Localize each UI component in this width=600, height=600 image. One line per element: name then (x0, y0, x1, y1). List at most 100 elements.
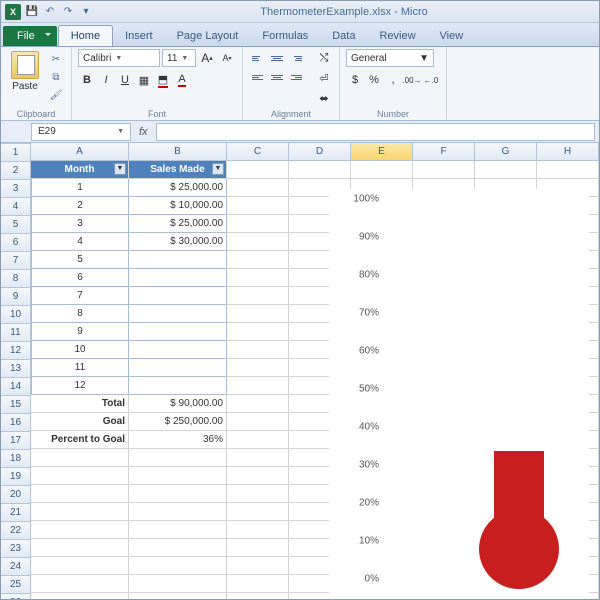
align-top-center-icon[interactable] (268, 49, 286, 67)
row-header-12[interactable]: 12 (1, 342, 31, 360)
tab-insert[interactable]: Insert (113, 26, 165, 46)
currency-icon[interactable]: $ (346, 71, 364, 89)
tab-view[interactable]: View (428, 26, 476, 46)
cell[interactable]: $ 250,000.00 (129, 413, 227, 431)
row-header-7[interactable]: 7 (1, 252, 31, 270)
cell[interactable] (31, 575, 129, 593)
cell[interactable] (31, 557, 129, 575)
cell[interactable]: 8 (31, 305, 129, 323)
cell[interactable]: 12 (31, 377, 129, 395)
cell[interactable] (227, 377, 289, 395)
cell[interactable] (227, 431, 289, 449)
row-header-16[interactable]: 16 (1, 414, 31, 432)
row-header-3[interactable]: 3 (1, 180, 31, 198)
row-header-25[interactable]: 25 (1, 576, 31, 594)
col-header-G[interactable]: G (475, 143, 537, 161)
align-top-left-icon[interactable] (249, 49, 267, 67)
cell[interactable] (31, 539, 129, 557)
cell[interactable]: 6 (31, 269, 129, 287)
grow-font-icon[interactable]: A▴ (198, 49, 216, 67)
cell[interactable] (227, 449, 289, 467)
cell[interactable]: 9 (31, 323, 129, 341)
cell[interactable]: 1 (31, 179, 129, 197)
cell[interactable]: 2 (31, 197, 129, 215)
cell[interactable] (129, 503, 227, 521)
cell[interactable]: $ 25,000.00 (129, 179, 227, 197)
bold-button[interactable]: B (78, 71, 96, 89)
cell[interactable] (227, 521, 289, 539)
fill-color-icon[interactable]: ⬒ (154, 71, 172, 89)
font-name-combo[interactable]: Calibri▼ (78, 49, 160, 67)
cell[interactable] (227, 503, 289, 521)
cell[interactable] (227, 323, 289, 341)
cell[interactable] (31, 449, 129, 467)
border-icon[interactable]: ▦ (135, 71, 153, 89)
row-header-19[interactable]: 19 (1, 468, 31, 486)
cell[interactable]: Percent to Goal (31, 431, 129, 449)
formula-bar[interactable] (156, 123, 595, 141)
cell[interactable] (31, 593, 129, 599)
undo-icon[interactable]: ↶ (43, 5, 57, 19)
paste-button[interactable]: Paste (7, 49, 43, 92)
cell[interactable]: $ 25,000.00 (129, 215, 227, 233)
cell[interactable]: 11 (31, 359, 129, 377)
row-header-22[interactable]: 22 (1, 522, 31, 540)
cell[interactable] (475, 161, 537, 179)
row-header-20[interactable]: 20 (1, 486, 31, 504)
tab-formulas[interactable]: Formulas (250, 26, 320, 46)
cell[interactable] (413, 161, 475, 179)
row-header-26[interactable]: 26 (1, 594, 31, 599)
cell[interactable]: 3 (31, 215, 129, 233)
tab-file[interactable]: File (3, 26, 57, 46)
percent-icon[interactable]: % (365, 71, 383, 89)
italic-button[interactable]: I (97, 71, 115, 89)
row-header-9[interactable]: 9 (1, 288, 31, 306)
cell[interactable] (227, 233, 289, 251)
row-header-13[interactable]: 13 (1, 360, 31, 378)
cell[interactable] (129, 251, 227, 269)
redo-icon[interactable]: ↷ (61, 5, 75, 19)
decrease-decimal-icon[interactable]: ←.0 (422, 71, 440, 89)
save-icon[interactable]: 💾 (25, 5, 39, 19)
cell[interactable] (129, 269, 227, 287)
row-header-14[interactable]: 14 (1, 378, 31, 396)
cell[interactable] (227, 341, 289, 359)
col-header-F[interactable]: F (413, 143, 475, 161)
cell[interactable] (129, 485, 227, 503)
align-left-icon[interactable] (249, 68, 267, 86)
cell[interactable]: Total (31, 395, 129, 413)
cell-grid[interactable]: Month▼Sales Made▼1$ 25,000.002$ 10,000.0… (31, 161, 599, 599)
merge-icon[interactable]: ⬌ (315, 89, 333, 107)
cell[interactable] (227, 557, 289, 575)
cell[interactable] (537, 161, 599, 179)
cell[interactable]: $ 90,000.00 (129, 395, 227, 413)
tab-data[interactable]: Data (320, 26, 367, 46)
cell[interactable] (227, 413, 289, 431)
cell[interactable] (227, 179, 289, 197)
cell[interactable] (129, 341, 227, 359)
cell[interactable]: $ 30,000.00 (129, 233, 227, 251)
qat-dropdown-icon[interactable]: ▾ (79, 5, 93, 19)
cell[interactable]: Month▼ (31, 161, 129, 179)
cell[interactable] (129, 305, 227, 323)
cell[interactable] (31, 467, 129, 485)
col-header-H[interactable]: H (537, 143, 599, 161)
cell[interactable]: 10 (31, 341, 129, 359)
cell[interactable] (351, 161, 413, 179)
col-header-D[interactable]: D (289, 143, 351, 161)
font-color-icon[interactable]: A (173, 71, 191, 89)
row-header-6[interactable]: 6 (1, 234, 31, 252)
cell[interactable] (31, 521, 129, 539)
cell[interactable] (129, 539, 227, 557)
cell[interactable] (289, 161, 351, 179)
font-size-combo[interactable]: 11▼ (162, 49, 196, 67)
copy-icon[interactable]: ⧉ (47, 69, 65, 85)
cell[interactable] (227, 287, 289, 305)
row-header-5[interactable]: 5 (1, 216, 31, 234)
row-header-24[interactable]: 24 (1, 558, 31, 576)
row-header-11[interactable]: 11 (1, 324, 31, 342)
cell[interactable] (227, 305, 289, 323)
filter-icon[interactable]: ▼ (212, 163, 224, 175)
shrink-font-icon[interactable]: A▾ (218, 49, 236, 67)
cell[interactable]: $ 10,000.00 (129, 197, 227, 215)
